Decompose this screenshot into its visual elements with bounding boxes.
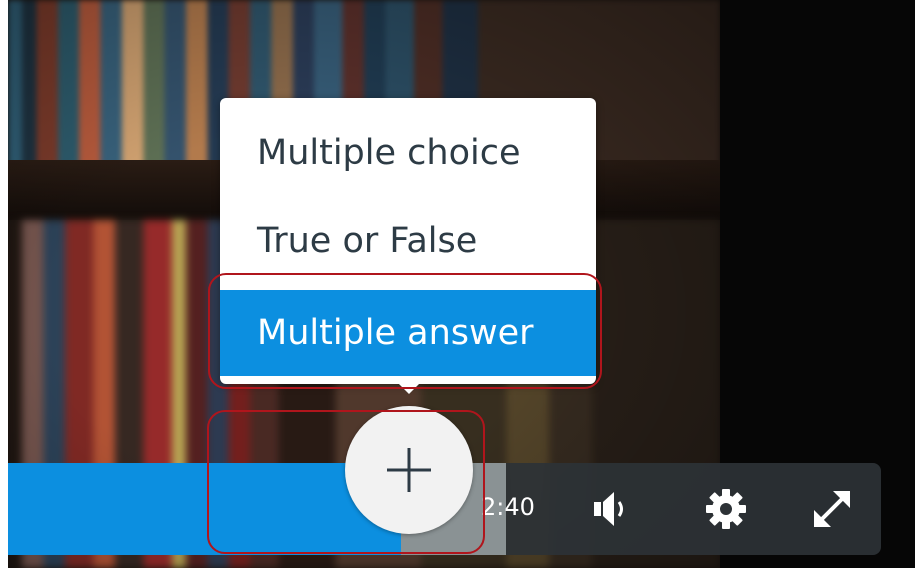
progress-played[interactable] [8, 463, 401, 555]
add-question-menu: Multiple choice True or False Multiple a… [220, 98, 596, 384]
volume-button[interactable] [586, 481, 642, 537]
fullscreen-button[interactable] [804, 481, 860, 537]
menu-item-multiple-choice[interactable]: Multiple choice [220, 110, 596, 196]
video-frame[interactable]: 2:40 Multiple choice True or False Multi… [8, 0, 915, 568]
time-display: 2:40 [481, 493, 535, 521]
plus-icon [387, 448, 431, 492]
volume-icon [594, 492, 623, 526]
gear-icon [706, 489, 746, 529]
expand-icon [814, 491, 850, 527]
menu-pointer [393, 378, 425, 394]
menu-item-multiple-answer[interactable]: Multiple answer [220, 290, 596, 376]
settings-button[interactable] [698, 481, 754, 537]
menu-item-true-or-false[interactable]: True or False [220, 198, 596, 284]
add-question-button[interactable] [345, 406, 473, 534]
